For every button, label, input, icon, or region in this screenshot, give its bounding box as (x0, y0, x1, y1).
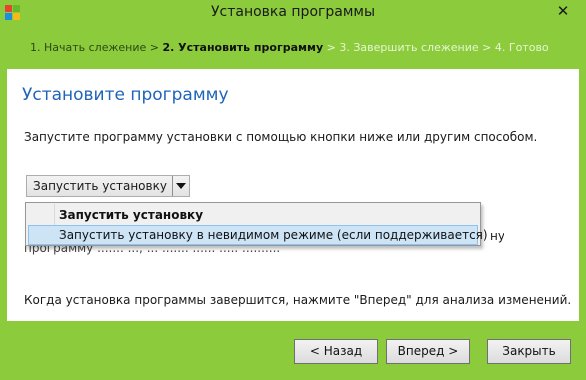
install-options-menu: Запустить установку Запустить установку … (25, 202, 488, 246)
menu-item-run-install[interactable]: Запустить установку (28, 205, 478, 225)
menu-item-label: Запустить установку в невидимом режиме (… (59, 228, 488, 242)
window-title: Установка программы (210, 4, 376, 20)
menu-item-run-install-silent[interactable]: Запустить установку в невидимом режиме (… (28, 225, 488, 245)
content-panel: Установите программу Запустите программу… (7, 69, 579, 321)
close-button[interactable]: Закрыть (487, 339, 571, 364)
next-step-note: Когда установка программы завершится, на… (24, 293, 572, 307)
run-install-split-button: Запустить установку (26, 175, 190, 197)
wizard-steps: 1. Начать слежение > 2. Установить прогр… (30, 41, 549, 54)
chevron-down-icon (176, 183, 186, 189)
title-bar: Установка программы ✕ (0, 0, 586, 30)
close-icon[interactable]: ✕ (548, 0, 578, 22)
step-separator: > (323, 41, 340, 54)
step-install-program: 2. Установить программу (162, 41, 324, 54)
step-finish-tracking: 3. Завершить слежение (339, 41, 479, 54)
instruction-text: Запустите программу установки с помощью … (24, 130, 538, 144)
step-done: 4. Готово (494, 41, 549, 54)
footer-bar: < Назад Вперед > Закрыть (0, 321, 586, 380)
menu-item-label: Запустить установку (59, 208, 204, 222)
step-start-tracking: 1. Начать слежение (30, 41, 147, 54)
page-title: Установите программу (22, 85, 229, 105)
obscured-text-fragment: ную (490, 229, 504, 243)
run-install-button[interactable]: Запустить установку (27, 176, 173, 196)
run-install-dropdown-button[interactable] (172, 176, 189, 196)
next-button[interactable]: Вперед > (386, 339, 470, 364)
back-button[interactable]: < Назад (294, 339, 378, 364)
step-separator: > (478, 41, 495, 54)
step-separator: > (146, 41, 163, 54)
